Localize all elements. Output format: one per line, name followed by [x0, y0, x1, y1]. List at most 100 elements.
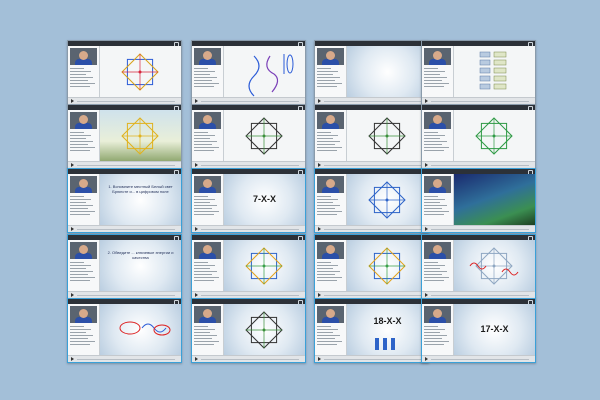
chat-lines [424, 326, 451, 347]
progress-bar[interactable] [77, 101, 175, 102]
play-icon[interactable] [71, 99, 74, 103]
video-thumbnail[interactable]: 7-X-X [191, 168, 306, 233]
progress-bar[interactable] [324, 295, 422, 296]
slide-figure [121, 53, 159, 91]
video-thumbnail[interactable] [314, 40, 429, 105]
presenter-webcam [424, 112, 451, 129]
player-controls [422, 355, 535, 362]
video-thumbnail[interactable] [421, 234, 536, 299]
progress-bar[interactable] [77, 359, 175, 360]
play-icon[interactable] [71, 163, 74, 167]
side-panel [315, 46, 347, 98]
play-icon[interactable] [318, 99, 321, 103]
presentation-slide [347, 46, 428, 98]
play-icon[interactable] [425, 293, 428, 297]
play-icon[interactable] [425, 357, 428, 361]
progress-bar[interactable] [431, 165, 529, 166]
video-thumbnail[interactable] [421, 104, 536, 169]
play-icon[interactable] [425, 227, 428, 231]
play-icon[interactable] [195, 99, 198, 103]
progress-bar[interactable] [431, 359, 529, 360]
progress-bar[interactable] [431, 229, 529, 230]
progress-bar[interactable] [431, 101, 529, 102]
video-thumbnail[interactable] [421, 40, 536, 105]
progress-bar[interactable] [77, 165, 175, 166]
progress-bar[interactable] [324, 229, 422, 230]
progress-bar[interactable] [201, 229, 299, 230]
slide-figure [368, 181, 406, 219]
presentation-slide [454, 174, 535, 226]
presentation-slide [224, 46, 305, 98]
presentation-slide [224, 110, 305, 162]
play-icon[interactable] [318, 357, 321, 361]
chat-lines [194, 132, 221, 153]
progress-bar[interactable] [201, 359, 299, 360]
play-icon[interactable] [425, 99, 428, 103]
progress-bar[interactable] [77, 229, 175, 230]
play-icon[interactable] [318, 163, 321, 167]
chat-lines [317, 132, 344, 153]
video-thumbnail[interactable] [421, 168, 536, 233]
play-icon[interactable] [195, 357, 198, 361]
progress-bar[interactable] [431, 295, 529, 296]
play-icon[interactable] [71, 227, 74, 231]
side-panel [68, 174, 100, 226]
presenter-webcam [317, 306, 344, 323]
chat-lines [317, 68, 344, 89]
presenter-webcam [70, 48, 97, 65]
play-icon[interactable] [318, 227, 321, 231]
presentation-slide [454, 110, 535, 162]
progress-bar[interactable] [201, 165, 299, 166]
video-thumbnail[interactable] [191, 104, 306, 169]
video-thumbnail[interactable] [314, 168, 429, 233]
video-thumbnail[interactable] [191, 40, 306, 105]
presenter-webcam [317, 48, 344, 65]
presentation-slide [347, 240, 428, 292]
presentation-slide [100, 304, 181, 356]
slide-figure [368, 247, 406, 285]
slide-figure [375, 338, 395, 350]
video-thumbnail[interactable] [67, 298, 182, 363]
play-icon[interactable] [195, 163, 198, 167]
chat-lines [70, 262, 97, 283]
presenter-webcam [194, 306, 221, 323]
play-icon[interactable] [425, 163, 428, 167]
chat-lines [194, 262, 221, 283]
side-panel [422, 240, 454, 292]
video-thumbnail[interactable] [67, 40, 182, 105]
video-thumbnail[interactable]: 17-X-X [421, 298, 536, 363]
side-panel [422, 46, 454, 98]
chat-lines [424, 262, 451, 283]
video-thumbnail[interactable] [191, 234, 306, 299]
play-icon[interactable] [195, 227, 198, 231]
progress-bar[interactable] [324, 101, 422, 102]
presenter-webcam [194, 242, 221, 259]
presentation-slide: 18-X-X [347, 304, 428, 356]
play-icon[interactable] [318, 293, 321, 297]
play-icon[interactable] [71, 293, 74, 297]
presenter-webcam [424, 176, 451, 193]
chat-lines [194, 326, 221, 347]
play-icon[interactable] [195, 293, 198, 297]
video-thumbnail[interactable]: 2. Обведите ... ключевые энергии и качес… [67, 234, 182, 299]
progress-bar[interactable] [324, 165, 422, 166]
presenter-webcam [424, 306, 451, 323]
chat-lines [194, 196, 221, 217]
play-icon[interactable] [71, 357, 74, 361]
video-thumbnail[interactable]: 1. Вспомните местный Белый свет Брюнсте … [67, 168, 182, 233]
presenter-webcam [70, 112, 97, 129]
video-thumbnail[interactable] [191, 298, 306, 363]
video-thumbnail[interactable]: 18-X-X [314, 298, 429, 363]
presentation-slide [100, 110, 181, 162]
presenter-webcam [70, 176, 97, 193]
presentation-slide [224, 240, 305, 292]
video-thumbnail[interactable] [67, 104, 182, 169]
progress-bar[interactable] [77, 295, 175, 296]
presentation-slide: 7-X-X [224, 174, 305, 226]
video-thumbnail[interactable] [314, 104, 429, 169]
progress-bar[interactable] [201, 295, 299, 296]
progress-bar[interactable] [324, 359, 422, 360]
video-thumbnail[interactable] [314, 234, 429, 299]
progress-bar[interactable] [201, 101, 299, 102]
presentation-slide [100, 46, 181, 98]
